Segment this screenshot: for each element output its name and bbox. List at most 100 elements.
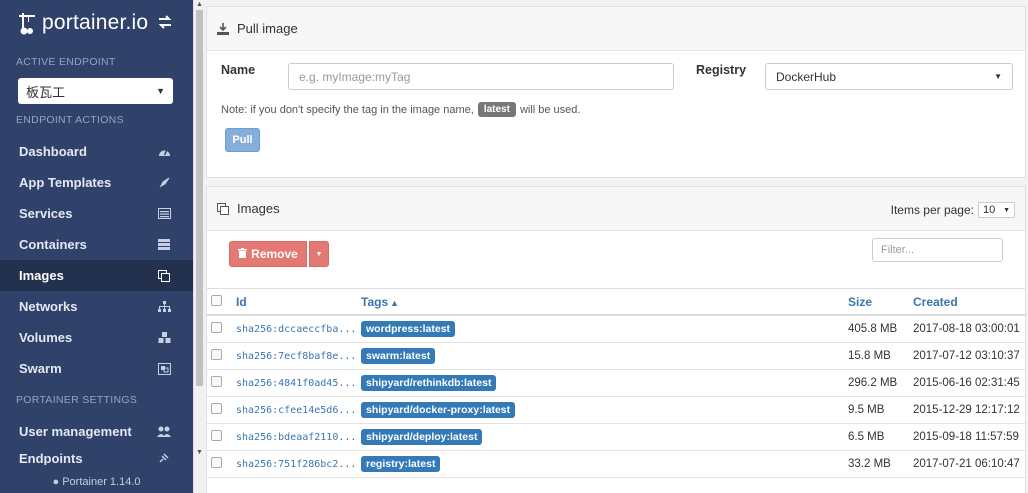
table-row: sha256:dccaeccfba... wordpress:latest 40… [207,315,1027,342]
name-label: Name [221,63,256,77]
sidebar-item-app-templates[interactable]: App Templates [0,167,193,198]
image-created: 2017-08-18 03:00:01 [913,322,1020,335]
note-text-before: Note: if you don't specify the tag in th… [221,103,474,116]
clone-icon [157,269,171,283]
users-icon [157,425,171,439]
items-per-page: Items per page: 10 ▼ [891,202,1015,218]
row-checkbox[interactable] [211,375,222,387]
table-row: sha256:751f286bc2... registry:latest 33.… [207,450,1027,477]
endpoint-select[interactable]: 板瓦工 ▼ [18,78,173,104]
rocket-icon [157,176,171,190]
image-id-link[interactable]: sha256:751f286bc2... [236,459,356,470]
portainer-logo[interactable]: portainer.io [18,11,148,35]
scrollbar-thumb[interactable] [196,10,203,386]
active-endpoint-heading: ACTIVE ENDPOINT [16,56,116,68]
image-id-link[interactable]: sha256:dccaeccfba... [236,324,356,335]
image-id-link[interactable]: sha256:bdeaaf2110... [236,432,356,443]
sidebar-item-networks[interactable]: Networks [0,291,193,322]
column-header-id[interactable]: Id [236,289,361,316]
sidebar-item-label: Services [19,206,73,221]
brand-header: portainer.io [0,0,193,46]
sidebar-item-label: Swarm [19,361,62,376]
column-created-label: Created [913,294,958,309]
pull-image-title: Pull image [237,21,298,36]
filter-placeholder: Filter... [881,244,915,256]
images-table: Id Tags ▲ Size Created sha256:dccaeccfba.… [207,289,1027,478]
endpoint-select-value: 板瓦工 [26,84,66,100]
image-size: 296.2 MB [848,376,898,389]
image-name-input[interactable]: e.g. myImage:myTag [288,63,674,90]
image-id-link[interactable]: sha256:cfee14e5d6... [236,405,356,416]
row-checkbox[interactable] [211,321,222,333]
sidebar-item-swarm[interactable]: Swarm [0,353,193,384]
table-row: sha256:bdeaaf2110... shipyard/deploy:lat… [207,423,1027,450]
dashboard-icon [157,145,171,159]
image-size: 405.8 MB [848,322,898,335]
caret-down-icon: ▼ [1003,206,1010,214]
sidebar-item-images[interactable]: Images [0,260,193,291]
caret-down-icon: ▼ [156,86,165,96]
sidebar-item-user-management[interactable]: User management [0,416,193,447]
image-size: 15.8 MB [848,349,891,362]
image-created: 2017-07-12 03:10:37 [913,349,1020,362]
row-checkbox[interactable] [211,456,222,468]
column-header-size[interactable]: Size [848,289,913,316]
sitemap-icon [157,300,171,314]
remove-button-group: Remove ▼ [229,241,329,267]
main-content: Pull image Name e.g. myImage:myTag Regis… [206,0,1028,493]
items-per-page-label: Items per page: [890,203,974,217]
sidebar-item-label: Volumes [19,330,73,345]
exchange-icon[interactable] [157,14,173,30]
endpoint-actions-heading: ENDPOINT ACTIONS [16,114,124,126]
row-checkbox[interactable] [211,402,222,414]
pull-image-panel: Pull image Name e.g. myImage:myTag Regis… [206,6,1026,178]
sidebar-item-volumes[interactable]: Volumes [0,322,193,353]
sidebar-item-label: Endpoints [19,451,83,465]
column-tags-label: Tags [361,294,389,309]
images-title: Images [237,201,280,216]
image-tag-badge: swarm:latest [361,347,436,364]
image-id-link[interactable]: sha256:4841f0ad45... [236,378,356,389]
row-checkbox[interactable] [211,348,222,360]
image-tag-badge: shipyard/deploy:latest [361,428,483,445]
sidebar-scrollbar[interactable]: ▲ ▼ [193,0,205,493]
registry-select[interactable]: DockerHub ▼ [765,63,1013,90]
pull-button[interactable]: Pull [225,128,260,152]
sort-up-icon: ▲ [390,297,400,308]
trash-icon [238,247,248,261]
items-per-page-select[interactable]: 10 ▼ [978,202,1015,218]
crane-logo-icon [19,13,35,35]
caret-down-icon: ▼ [315,250,323,258]
sidebar-item-services[interactable]: Services [0,198,193,229]
image-id-link[interactable]: sha256:7ecf8baf8e... [236,351,356,362]
sidebar-item-containers[interactable]: Containers [0,229,193,260]
remove-dropdown-toggle[interactable]: ▼ [309,241,329,267]
sidebar-footer: ● Portainer 1.14.0 [0,471,193,493]
column-id-label: Id [236,294,247,309]
column-header-created[interactable]: Created [913,289,1027,316]
image-tag-badge: wordpress:latest [361,320,456,337]
sidebar-item-label: Dashboard [19,144,87,159]
images-toolbar: Remove ▼ Filter... [207,231,1025,289]
column-header-tags[interactable]: Tags ▲ [361,289,848,316]
table-header-row: Id Tags ▲ Size Created [207,289,1027,316]
pull-image-header: Pull image [207,7,1025,51]
server-icon [157,238,171,252]
image-created: 2015-09-18 11:57:59 [913,430,1019,443]
image-tag-badge: registry:latest [361,455,441,472]
select-all-checkbox[interactable] [211,294,222,306]
remove-button-label: Remove [251,247,298,261]
sidebar-item-label: Containers [19,237,87,252]
version-label: Portainer 1.14.0 [62,476,141,488]
row-checkbox[interactable] [211,429,222,441]
portainer-settings-heading: PORTAINER SETTINGS [16,394,138,406]
filter-input[interactable]: Filter... [872,238,1003,262]
caret-down-icon: ▼ [994,72,1002,81]
registry-row: Registry [696,63,746,77]
table-row: sha256:7ecf8baf8e... swarm:latest 15.8 M… [207,342,1027,369]
scroll-down-icon[interactable]: ▼ [196,449,203,456]
scroll-up-icon[interactable]: ▲ [196,1,203,8]
sidebar-item-dashboard[interactable]: Dashboard [0,136,193,167]
remove-button[interactable]: Remove [229,241,307,267]
sidebar-item-endpoints[interactable]: Endpoints [0,447,193,465]
